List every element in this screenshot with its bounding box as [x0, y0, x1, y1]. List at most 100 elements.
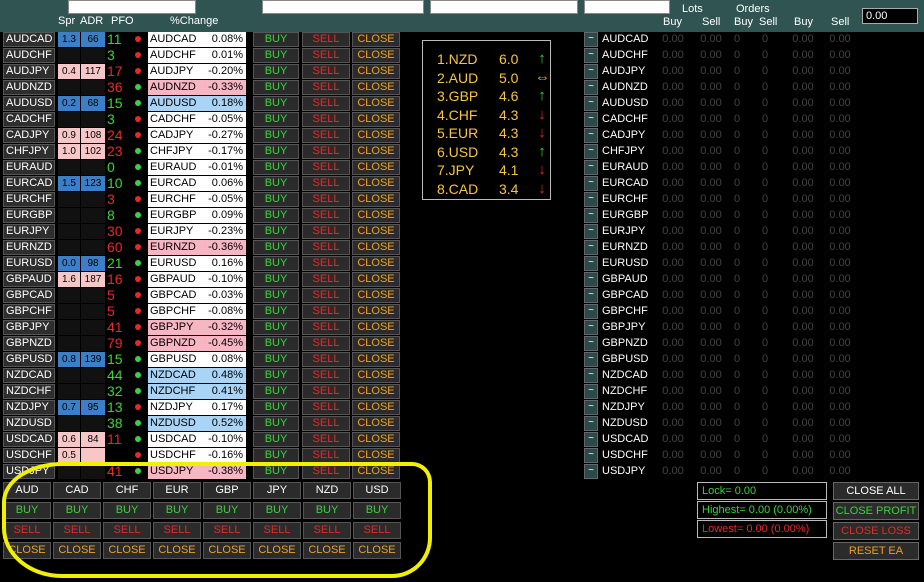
- chart-toggle-button[interactable]: ~: [584, 384, 598, 399]
- pair-label[interactable]: CADJPY: [3, 128, 55, 143]
- pair-label[interactable]: NZDCAD: [3, 368, 55, 383]
- buy-button[interactable]: BUY: [253, 448, 299, 463]
- chart-toggle-button[interactable]: ~: [584, 176, 598, 191]
- pair-label[interactable]: GBPAUD: [3, 272, 55, 287]
- currency-buy-button[interactable]: BUY: [153, 502, 201, 519]
- buy-button[interactable]: BUY: [253, 416, 299, 431]
- currency-sell-button[interactable]: SELL: [353, 522, 401, 539]
- pair-label[interactable]: EURGBP: [3, 208, 55, 223]
- close-button[interactable]: CLOSE: [352, 304, 400, 319]
- chart-toggle-button[interactable]: ~: [584, 304, 598, 319]
- buy-button[interactable]: BUY: [253, 272, 299, 287]
- chart-toggle-button[interactable]: ~: [584, 448, 598, 463]
- sell-button[interactable]: SELL: [302, 416, 350, 431]
- buy-button[interactable]: BUY: [253, 96, 299, 111]
- currency-sell-button[interactable]: SELL: [103, 522, 151, 539]
- buy-button[interactable]: BUY: [253, 160, 299, 175]
- chart-toggle-button[interactable]: ~: [584, 48, 598, 63]
- close-button[interactable]: CLOSE: [352, 384, 400, 399]
- close-button[interactable]: CLOSE: [352, 288, 400, 303]
- sell-button[interactable]: SELL: [302, 112, 350, 127]
- pair-label[interactable]: AUDJPY: [3, 64, 55, 79]
- currency-buy-button[interactable]: BUY: [3, 502, 51, 519]
- sell-button[interactable]: SELL: [302, 384, 350, 399]
- chart-toggle-button[interactable]: ~: [584, 400, 598, 415]
- chart-toggle-button[interactable]: ~: [584, 352, 598, 367]
- sell-button[interactable]: SELL: [302, 464, 350, 479]
- pair-label[interactable]: USDCAD: [3, 432, 55, 447]
- buy-button[interactable]: BUY: [253, 288, 299, 303]
- close-button[interactable]: CLOSE: [352, 96, 400, 111]
- currency-buy-button[interactable]: BUY: [353, 502, 401, 519]
- sell-button[interactable]: SELL: [302, 160, 350, 175]
- buy-button[interactable]: BUY: [253, 128, 299, 143]
- pair-label[interactable]: NZDUSD: [3, 416, 55, 431]
- close-all-button[interactable]: CLOSE ALL: [833, 482, 919, 500]
- buy-button[interactable]: BUY: [253, 400, 299, 415]
- buy-button[interactable]: BUY: [253, 464, 299, 479]
- pair-label[interactable]: EURNZD: [3, 240, 55, 255]
- sell-button[interactable]: SELL: [302, 400, 350, 415]
- currency-close-button[interactable]: CLOSE: [103, 542, 151, 559]
- close-button[interactable]: CLOSE: [352, 416, 400, 431]
- currency-close-button[interactable]: CLOSE: [3, 542, 51, 559]
- currency-sell-button[interactable]: SELL: [53, 522, 101, 539]
- lot-size-input[interactable]: 0.00: [862, 8, 918, 24]
- buy-button[interactable]: BUY: [253, 256, 299, 271]
- sell-button[interactable]: SELL: [302, 48, 350, 63]
- sell-button[interactable]: SELL: [302, 208, 350, 223]
- close-button[interactable]: CLOSE: [352, 192, 400, 207]
- sell-button[interactable]: SELL: [302, 352, 350, 367]
- close-button[interactable]: CLOSE: [352, 160, 400, 175]
- close-button[interactable]: CLOSE: [352, 128, 400, 143]
- sell-button[interactable]: SELL: [302, 368, 350, 383]
- pair-label[interactable]: AUDCAD: [3, 32, 55, 47]
- pair-label[interactable]: CADCHF: [3, 112, 55, 127]
- chart-toggle-button[interactable]: ~: [584, 432, 598, 447]
- close-loss-button[interactable]: CLOSE LOSS: [833, 522, 919, 540]
- close-button[interactable]: CLOSE: [352, 32, 400, 47]
- currency-buy-button[interactable]: BUY: [103, 502, 151, 519]
- pair-label[interactable]: EURUSD: [3, 256, 55, 271]
- pair-label[interactable]: AUDUSD: [3, 96, 55, 111]
- currency-close-button[interactable]: CLOSE: [353, 542, 401, 559]
- chart-toggle-button[interactable]: ~: [584, 416, 598, 431]
- chart-toggle-button[interactable]: ~: [584, 208, 598, 223]
- buy-button[interactable]: BUY: [253, 240, 299, 255]
- chart-toggle-button[interactable]: ~: [584, 112, 598, 127]
- currency-buy-button[interactable]: BUY: [53, 502, 101, 519]
- chart-toggle-button[interactable]: ~: [584, 320, 598, 335]
- buy-button[interactable]: BUY: [253, 144, 299, 159]
- pair-label[interactable]: GBPCAD: [3, 288, 55, 303]
- chart-toggle-button[interactable]: ~: [584, 272, 598, 287]
- chart-toggle-button[interactable]: ~: [584, 224, 598, 239]
- chart-toggle-button[interactable]: ~: [584, 144, 598, 159]
- currency-close-button[interactable]: CLOSE: [203, 542, 251, 559]
- close-button[interactable]: CLOSE: [352, 368, 400, 383]
- pair-label[interactable]: EURAUD: [3, 160, 55, 175]
- buy-button[interactable]: BUY: [253, 432, 299, 447]
- close-button[interactable]: CLOSE: [352, 272, 400, 287]
- close-button[interactable]: CLOSE: [352, 112, 400, 127]
- close-button[interactable]: CLOSE: [352, 320, 400, 335]
- pair-label[interactable]: EURJPY: [3, 224, 55, 239]
- buy-button[interactable]: BUY: [253, 48, 299, 63]
- close-button[interactable]: CLOSE: [352, 256, 400, 271]
- currency-sell-button[interactable]: SELL: [153, 522, 201, 539]
- sell-button[interactable]: SELL: [302, 432, 350, 447]
- currency-sell-button[interactable]: SELL: [3, 522, 51, 539]
- close-button[interactable]: CLOSE: [352, 80, 400, 95]
- pair-label[interactable]: CHFJPY: [3, 144, 55, 159]
- chart-toggle-button[interactable]: ~: [584, 464, 598, 479]
- sell-button[interactable]: SELL: [302, 304, 350, 319]
- buy-button[interactable]: BUY: [253, 64, 299, 79]
- sell-button[interactable]: SELL: [302, 144, 350, 159]
- sell-button[interactable]: SELL: [302, 240, 350, 255]
- sell-button[interactable]: SELL: [302, 192, 350, 207]
- close-button[interactable]: CLOSE: [352, 448, 400, 463]
- close-button[interactable]: CLOSE: [352, 432, 400, 447]
- chart-toggle-button[interactable]: ~: [584, 192, 598, 207]
- pair-label[interactable]: NZDCHF: [3, 384, 55, 399]
- buy-button[interactable]: BUY: [253, 384, 299, 399]
- close-button[interactable]: CLOSE: [352, 400, 400, 415]
